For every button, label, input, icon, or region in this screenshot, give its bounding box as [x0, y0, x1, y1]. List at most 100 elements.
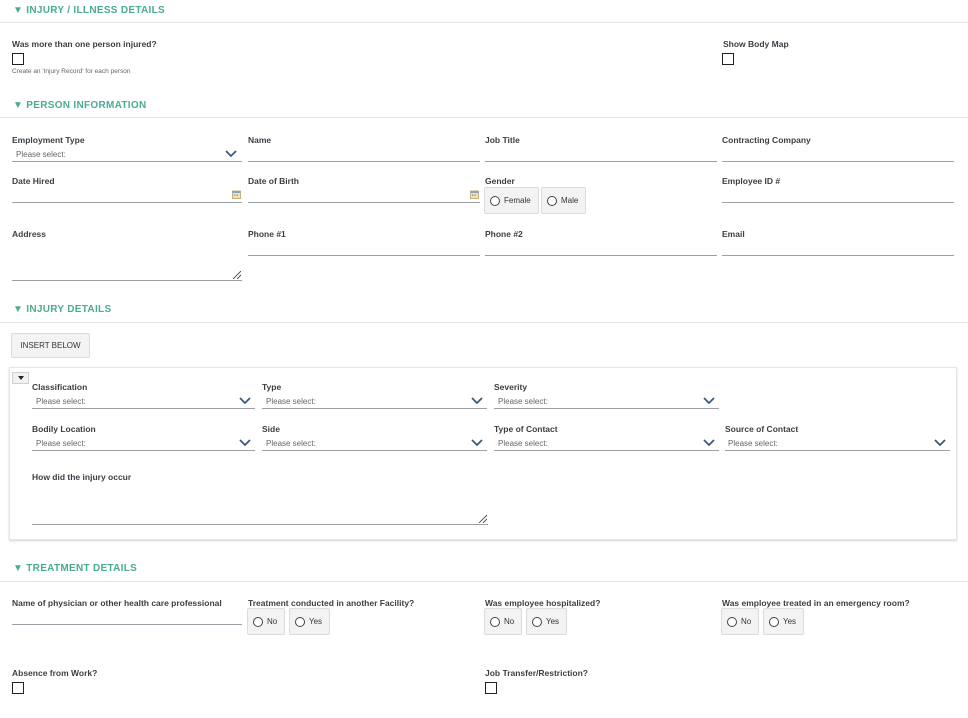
transfer-checkbox[interactable] — [485, 682, 497, 694]
hospitalized-no-radio[interactable]: No — [484, 608, 523, 635]
insert-below-button[interactable]: INSERT BELOW — [11, 333, 90, 358]
gender-female-label: Female — [504, 196, 531, 205]
physician-label: Name of physician or other health care p… — [12, 598, 222, 608]
type-of-contact-select[interactable]: Please select: — [494, 435, 719, 451]
classification-placeholder: Please select: — [36, 397, 86, 406]
source-of-contact-select[interactable]: Please select: — [725, 435, 950, 451]
radio-circle-icon — [253, 616, 263, 627]
radio-circle-icon — [295, 616, 305, 627]
date-hired-label: Date Hired — [12, 176, 55, 186]
date-hired-input[interactable] — [12, 187, 242, 203]
radio-circle-icon — [532, 616, 542, 627]
section-title-person-information[interactable]: ▼ PERSON INFORMATION — [13, 100, 147, 111]
job-title-input[interactable] — [485, 146, 717, 162]
gender-male-label: Male — [561, 196, 579, 205]
address-textarea[interactable] — [12, 240, 242, 281]
resize-grip-icon[interactable] — [233, 271, 241, 279]
radio-circle-icon — [490, 195, 500, 206]
name-label: Name — [248, 135, 272, 145]
email-input[interactable] — [722, 240, 954, 256]
bodily-location-placeholder: Please select: — [36, 439, 86, 448]
chevron-down-icon — [239, 439, 251, 447]
employee-id-input[interactable] — [722, 187, 954, 203]
yes-label: Yes — [546, 617, 560, 626]
gender-male-radio[interactable]: Male — [541, 187, 587, 214]
multiple-injured-label: Was more than one person injured? — [12, 39, 157, 49]
radio-circle-icon — [490, 616, 500, 627]
resize-grip-icon[interactable] — [479, 515, 487, 523]
how-occur-textarea[interactable] — [32, 484, 488, 525]
gender-female-radio[interactable]: Female — [484, 187, 539, 214]
radio-circle-icon — [547, 195, 557, 206]
how-occur-label: How did the injury occur — [32, 472, 132, 482]
collapse-toggle[interactable] — [12, 372, 29, 384]
type-placeholder: Please select: — [266, 397, 316, 406]
dob-label: Date of Birth — [248, 176, 299, 186]
multiple-injured-hint: Create an 'Injury Record' for each perso… — [12, 68, 131, 75]
caret-down-icon — [17, 376, 24, 380]
section-divider — [0, 117, 968, 118]
contracting-company-input[interactable] — [722, 146, 954, 162]
calendar-icon[interactable] — [232, 190, 241, 199]
other-facility-no-radio[interactable]: No — [247, 608, 286, 635]
employment-type-placeholder: Please select: — [16, 150, 66, 159]
absence-checkbox[interactable] — [12, 682, 24, 694]
job-title-label: Job Title — [485, 135, 520, 145]
source-of-contact-placeholder: Please select: — [728, 439, 778, 448]
type-of-contact-placeholder: Please select: — [498, 439, 548, 448]
side-placeholder: Please select: — [266, 439, 316, 448]
emergency-yes-radio[interactable]: Yes — [763, 608, 805, 635]
name-input[interactable] — [248, 146, 480, 162]
other-facility-yes-radio[interactable]: Yes — [289, 608, 331, 635]
gender-label: Gender — [485, 176, 515, 186]
chevron-down-icon — [225, 150, 237, 158]
calendar-icon[interactable] — [470, 190, 479, 199]
phone1-input[interactable] — [248, 240, 480, 256]
severity-label: Severity — [494, 382, 528, 392]
no-label: No — [267, 617, 278, 626]
emergency-no-radio[interactable]: No — [721, 608, 760, 635]
yes-label: Yes — [783, 617, 797, 626]
email-label: Email — [722, 229, 745, 239]
chevron-down-icon — [934, 439, 946, 447]
classification-select[interactable]: Please select: — [32, 393, 255, 409]
severity-placeholder: Please select: — [498, 397, 548, 406]
show-body-map-label: Show Body Map — [723, 39, 789, 49]
type-label: Type — [262, 382, 282, 392]
bodily-location-label: Bodily Location — [32, 424, 96, 434]
address-label: Address — [12, 229, 47, 239]
source-of-contact-label: Source of Contact — [725, 424, 799, 434]
section-divider — [0, 581, 968, 582]
bodily-location-select[interactable]: Please select: — [32, 435, 255, 451]
physician-input[interactable] — [12, 609, 242, 625]
multiple-injured-checkbox[interactable] — [12, 53, 24, 65]
hospitalized-label: Was employee hospitalized? — [485, 598, 601, 608]
type-of-contact-label: Type of Contact — [494, 424, 558, 434]
emergency-label: Was employee treated in an emergency roo… — [722, 598, 910, 608]
phone2-input[interactable] — [485, 240, 717, 256]
classification-label: Classification — [32, 382, 88, 392]
absence-label: Absence from Work? — [12, 668, 98, 678]
chevron-down-icon — [471, 439, 483, 447]
severity-select[interactable]: Please select: — [494, 393, 719, 409]
employment-type-label: Employment Type — [12, 135, 85, 145]
section-title-injury-illness[interactable]: ▼ INJURY / ILLNESS DETAILS — [13, 5, 165, 16]
side-select[interactable]: Please select: — [262, 435, 487, 451]
section-title-treatment-details[interactable]: ▼ TREATMENT DETAILS — [13, 563, 137, 574]
type-select[interactable]: Please select: — [262, 393, 487, 409]
employment-type-select[interactable]: Please select: — [12, 146, 242, 162]
chevron-down-icon — [703, 397, 715, 405]
phone2-label: Phone #2 — [485, 229, 523, 239]
transfer-label: Job Transfer/Restriction? — [485, 668, 588, 678]
yes-label: Yes — [309, 617, 323, 626]
side-label: Side — [262, 424, 280, 434]
radio-circle-icon — [727, 616, 737, 627]
hospitalized-yes-radio[interactable]: Yes — [526, 608, 568, 635]
show-body-map-checkbox[interactable] — [722, 53, 734, 65]
no-label: No — [504, 617, 515, 626]
section-divider — [0, 322, 968, 323]
dob-input[interactable] — [248, 187, 480, 203]
section-title-injury-details[interactable]: ▼ INJURY DETAILS — [13, 304, 111, 315]
employee-id-label: Employee ID # — [722, 176, 781, 186]
no-label: No — [741, 617, 752, 626]
